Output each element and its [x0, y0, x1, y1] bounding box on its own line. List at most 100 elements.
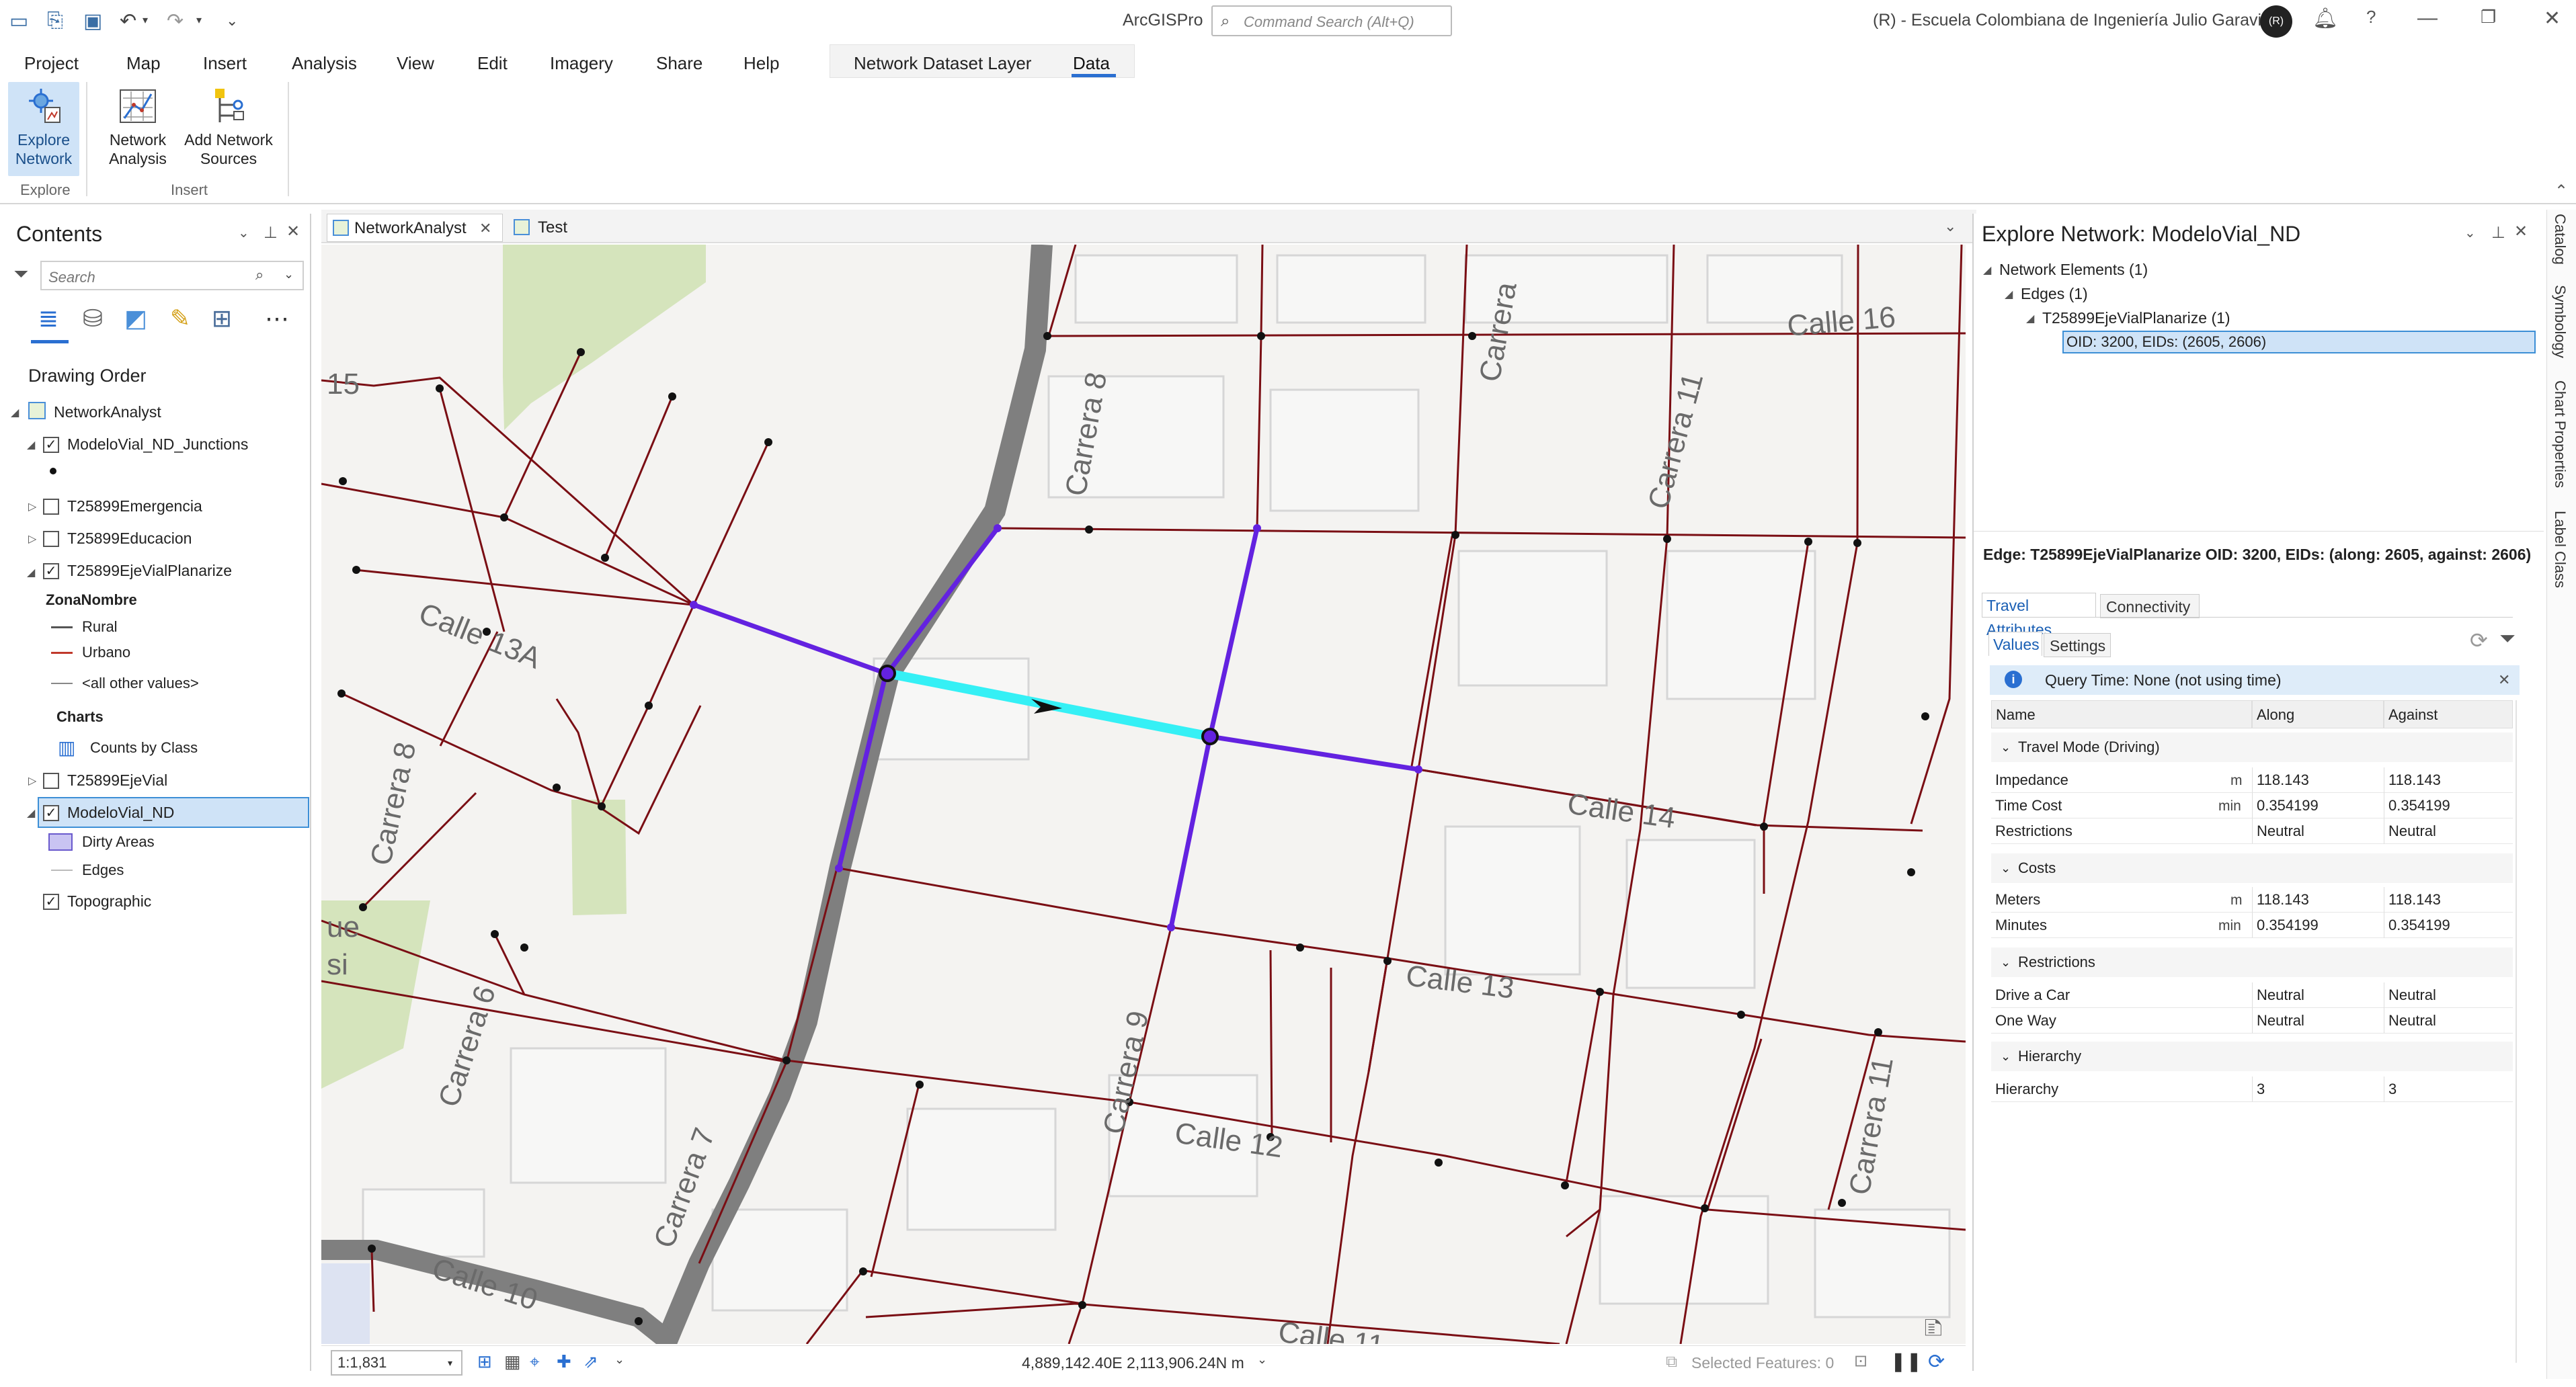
tab-networkanalyst[interactable]: NetworkAnalyst ✕	[327, 214, 503, 242]
checkbox-emergencia[interactable]	[43, 499, 59, 515]
pause-drawing-icon[interactable]: ❚❚	[1890, 1350, 1922, 1372]
expand-icon[interactable]: ◢	[27, 806, 35, 820]
attr-value-against[interactable]: 3	[2384, 1077, 2513, 1102]
chart-counts-by-class[interactable]: Counts by Class	[90, 737, 198, 759]
north-arrow-icon[interactable]: ⇗	[583, 1351, 598, 1372]
list-by-data-source-icon[interactable]: ⛁	[77, 302, 109, 335]
coordinates-dropdown-icon[interactable]: ⌄	[1257, 1353, 1267, 1367]
side-tab-symbology[interactable]: Symbology	[2551, 285, 2569, 358]
section-hierarchy[interactable]: ⌄ Hierarchy	[1991, 1042, 2513, 1071]
tab-connectivity[interactable]: Connectivity	[2100, 594, 2200, 618]
tab-map[interactable]: Map	[126, 48, 161, 78]
checkbox-junctions[interactable]: ✓	[43, 437, 59, 453]
attr-value-along[interactable]: 3	[2252, 1077, 2384, 1102]
legend-other-values[interactable]: <all other values>	[82, 672, 199, 695]
attr-value-along[interactable]: 118.143	[2252, 767, 2384, 793]
pane-options-icon[interactable]: ⌄	[2464, 224, 2476, 241]
undo-dropdown-icon[interactable]: ▾	[143, 13, 148, 27]
notifications-bell-icon[interactable]: 🔔︎	[2312, 7, 2338, 30]
tab-travel-attributes[interactable]: Travel Attributes	[1982, 593, 2096, 638]
map-notes-icon[interactable]: 🗈︎	[1924, 1309, 1943, 1344]
tree-source-layer[interactable]: T25899EjeVialPlanarize (1)	[2042, 309, 2230, 327]
attr-value-along[interactable]: 0.354199	[2252, 793, 2384, 818]
attr-value-along[interactable]: 118.143	[2252, 887, 2384, 913]
selection-icon[interactable]: ⧉	[1666, 1353, 1677, 1372]
add-network-sources-button[interactable]: Add Network Sources	[180, 82, 277, 176]
attr-value-against[interactable]: 118.143	[2384, 767, 2513, 793]
expand-icon[interactable]: ◢	[1983, 263, 1991, 277]
customize-toolbar-icon[interactable]: ⌄	[226, 12, 238, 30]
tab-help[interactable]: Help	[743, 48, 779, 78]
collapse-icon[interactable]: ▷	[28, 774, 36, 788]
dismiss-icon[interactable]: ✕	[2498, 665, 2510, 695]
expand-icon[interactable]: ◢	[2026, 312, 2034, 325]
toc-layer-emergencia[interactable]: T25899Emergencia	[67, 495, 202, 517]
tree-network-elements[interactable]: Network Elements (1)	[1999, 261, 2148, 279]
toc-layer-planarize[interactable]: T25899EjeVialPlanarize	[67, 559, 232, 582]
refresh-values-icon[interactable]: ⟳	[2470, 628, 2488, 653]
grid-icon[interactable]: ▦	[504, 1351, 521, 1372]
close-tab-icon[interactable]: ✕	[479, 214, 491, 243]
explore-network-button[interactable]: Explore Network	[8, 82, 79, 176]
from-junction[interactable]	[879, 665, 896, 682]
filter-icon[interactable]: ⏷	[2499, 628, 2515, 650]
constraints-icon[interactable]: ✚	[557, 1351, 571, 1372]
toc-map-name[interactable]: NetworkAnalyst	[54, 401, 161, 423]
search-options-icon[interactable]: ⌄	[284, 267, 294, 282]
collapse-ribbon-icon[interactable]: ⌃	[2554, 181, 2568, 201]
snapping-icon[interactable]: ⌖	[530, 1351, 540, 1373]
refresh-icon[interactable]: ⟳	[1928, 1350, 1945, 1374]
undo-icon[interactable]: ↶	[120, 9, 136, 33]
redo-icon[interactable]: ↷	[167, 9, 184, 33]
attr-value-against[interactable]: Neutral	[2384, 982, 2513, 1008]
nav-options-dropdown-icon[interactable]: ⌄	[614, 1353, 625, 1367]
expand-icon[interactable]: ◢	[27, 566, 35, 579]
tab-list-dropdown-icon[interactable]: ⌄	[1944, 218, 1956, 235]
attr-value-against[interactable]: 0.354199	[2384, 913, 2513, 938]
attr-value-along[interactable]: Neutral	[2252, 818, 2384, 844]
attr-value-along[interactable]: Neutral	[2252, 1008, 2384, 1034]
attr-value-along[interactable]: Neutral	[2252, 982, 2384, 1008]
legend-dirty-areas[interactable]: Dirty Areas	[82, 831, 155, 853]
save-icon[interactable]: ▣	[83, 9, 102, 33]
list-by-drawing-order-icon[interactable]: ≣	[32, 302, 65, 335]
tab-view[interactable]: View	[397, 48, 434, 78]
tree-edges[interactable]: Edges (1)	[2021, 285, 2088, 303]
section-costs[interactable]: ⌄ Costs	[1991, 853, 2513, 883]
redo-dropdown-icon[interactable]: ▾	[196, 13, 202, 27]
tab-analysis[interactable]: Analysis	[292, 48, 357, 78]
tab-settings[interactable]: Settings	[2044, 633, 2111, 657]
section-restrictions[interactable]: ⌄ Restrictions	[1991, 948, 2513, 977]
to-junction[interactable]	[1201, 728, 1219, 745]
help-icon[interactable]: ?	[2366, 7, 2376, 28]
side-tab-catalog[interactable]: Catalog	[2551, 214, 2569, 265]
scale-selector[interactable]: 1:1,831 ▾	[331, 1350, 462, 1376]
filter-icon[interactable]: ⏷	[13, 263, 28, 286]
list-by-snapping-icon[interactable]: ⊞	[206, 302, 238, 335]
section-travel-mode[interactable]: ⌄ Travel Mode (Driving)	[1991, 732, 2513, 762]
attr-value-along[interactable]: 0.354199	[2252, 913, 2384, 938]
toc-layer-educacion[interactable]: T25899Educacion	[67, 527, 192, 550]
column-header-against[interactable]: Against	[2384, 700, 2513, 728]
tab-network-dataset-layer[interactable]: Network Dataset Layer	[854, 48, 1031, 78]
pin-icon[interactable]: ⊥	[264, 223, 278, 243]
command-search-input[interactable]: ⌕ Command Search (Alt+Q)	[1211, 5, 1452, 36]
attr-value-against[interactable]: Neutral	[2384, 818, 2513, 844]
legend-urbano[interactable]: Urbano	[82, 641, 130, 664]
checkbox-ejevial[interactable]	[43, 773, 59, 789]
close-icon[interactable]: ✕	[2544, 7, 2561, 30]
expand-icon[interactable]: ◢	[27, 438, 35, 452]
checkbox-nd[interactable]: ✓	[43, 805, 59, 821]
attr-value-against[interactable]: Neutral	[2384, 1008, 2513, 1034]
pin-icon[interactable]: ⊥	[2491, 223, 2505, 243]
close-pane-icon[interactable]: ✕	[2514, 222, 2528, 241]
toc-layer-nd[interactable]: ModeloVial_ND	[67, 801, 174, 824]
attr-value-against[interactable]: 118.143	[2384, 887, 2513, 913]
pane-options-icon[interactable]: ⌄	[238, 224, 249, 241]
avatar[interactable]: (R)	[2260, 5, 2292, 38]
tab-share[interactable]: Share	[656, 48, 702, 78]
legend-edges[interactable]: Edges	[82, 859, 124, 882]
tab-imagery[interactable]: Imagery	[550, 48, 613, 78]
map-view[interactable]: Calle 16 15 Calle 13A Calle 14 Calle 13 …	[321, 245, 1966, 1344]
list-by-selection-icon[interactable]: ◩	[120, 302, 152, 335]
